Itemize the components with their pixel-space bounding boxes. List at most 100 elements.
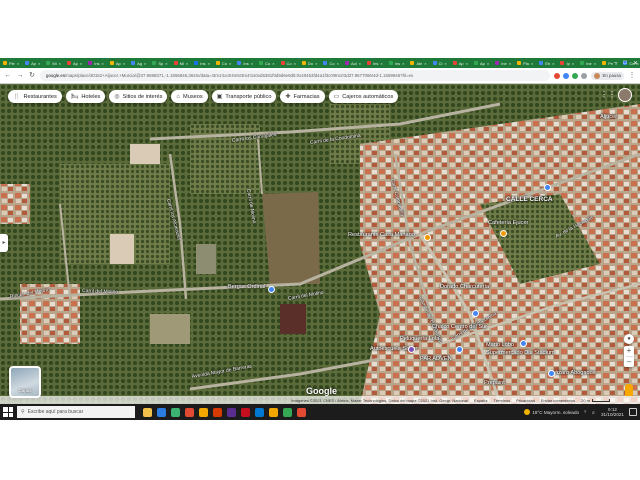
browser-tab[interactable]: Ci × [431,59,449,67]
tab-close-icon[interactable]: × [315,61,317,66]
taskbar-search[interactable]: ⚲ Escribe aquí para buscar [17,406,135,418]
place-label[interactable]: Chalco Centro del Sur [432,324,487,330]
tab-close-icon[interactable]: × [272,61,274,66]
tab-close-icon[interactable]: × [144,61,146,66]
place-label[interactable]: PAR ADVEN [420,356,452,362]
browser-tab[interactable]: Co × [279,59,298,67]
layers-button[interactable]: Capas [9,366,41,398]
notification-icon[interactable] [629,408,637,416]
taskbar-app-icon[interactable] [283,407,292,417]
tab-close-icon[interactable]: × [444,61,446,66]
browser-tab[interactable]: Ins × [365,59,385,67]
taskbar-app-icon[interactable] [143,407,152,417]
tab-close-icon[interactable]: × [229,61,231,66]
chip-cajeros-autom-ticos[interactable]: ▭ Cajeros automáticos [328,90,399,103]
browser-tab[interactable]: Ins × [235,59,255,67]
chip-farmacias[interactable]: ✚ Farmacias [280,90,325,103]
place-label[interactable]: Cafetería Ejucer [488,220,528,226]
browser-tab[interactable]: Ap × [108,59,127,67]
taskbar-app-icon[interactable] [297,407,306,417]
browser-tab[interactable]: Ap × [472,59,491,67]
feedback-link[interactable]: Enviar comentarios [541,398,575,403]
browser-tab[interactable]: Co × [321,59,340,67]
tab-close-icon[interactable]: × [359,61,361,66]
place-label[interactable]: Prepaint [484,380,505,386]
tab-close-icon[interactable]: × [487,61,489,66]
place-label[interactable]: Restaurante Casa Mariano [348,232,415,238]
satellite-map[interactable]: 🍴 Restaurantes 🛏 Hoteles ◎ Sitios de interés ⌂… [0,84,640,404]
place-label[interactable]: Mario Lobo [486,342,514,348]
tab-close-icon[interactable]: × [509,61,511,66]
tab-close-icon[interactable]: × [552,61,554,66]
pin-supermercado-icon[interactable] [520,340,527,347]
minimize-icon[interactable]: – [614,60,617,66]
place-label[interactable]: Aljucer [600,114,617,120]
place-label[interactable]: Dorado Charcutería [440,284,489,290]
tab-close-icon[interactable]: × [59,61,61,66]
profile-button[interactable]: En pausa [591,71,624,80]
clock[interactable]: 9:12 31/10/2021 [601,407,624,417]
tab-close-icon[interactable]: × [531,61,533,66]
pin-calle-cerca-icon[interactable] [544,184,551,191]
google-apps-icon[interactable]: ⋮⋮ [600,91,616,99]
browser-tab[interactable]: Co × [214,59,233,67]
browser-tab[interactable]: Pla × [515,59,535,67]
pin-abogados-icon[interactable] [548,370,555,377]
tab-close-icon[interactable]: × [572,61,574,66]
taskbar-app-icon[interactable] [199,407,208,417]
browser-tab[interactable]: Ine × [578,59,598,67]
pin-charcuteria-icon[interactable] [472,310,479,317]
tab-close-icon[interactable]: × [165,61,167,66]
browser-tab[interactable]: Ap × [65,59,84,67]
tab-close-icon[interactable]: × [123,61,125,66]
taskbar-app-icon[interactable] [269,407,278,417]
tab-close-icon[interactable]: × [17,61,19,66]
country-link[interactable]: España [474,398,488,403]
browser-tab[interactable]: Eb × [537,59,556,67]
taskbar-app-icon[interactable] [227,407,236,417]
browser-tab[interactable]: Mi × [44,59,63,67]
browser-tab[interactable]: Ap × [451,59,470,67]
chip-hoteles[interactable]: 🛏 Hoteles [65,90,106,103]
tab-close-icon[interactable]: × [80,61,82,66]
weather-widget[interactable]: 18°C Mayorm. soleado [524,409,579,415]
start-button[interactable] [3,407,13,417]
pin-bergas-icon[interactable] [268,286,275,293]
browser-tab[interactable]: Co × [257,59,276,67]
browser-tab[interactable]: Ap × [23,59,42,67]
browser-tab[interactable]: Ple × [1,59,21,67]
wifi-icon[interactable]: ▿ [584,409,586,415]
browser-tab[interactable]: Sp × [150,59,169,67]
chip-transporte-p-blico[interactable]: ▣ Transporte público [211,90,277,103]
tab-close-icon[interactable]: × [186,61,188,66]
taskbar-app-icon[interactable] [241,407,250,417]
scale-bar[interactable]: 20 m [581,398,610,403]
browser-tab[interactable]: Ale × [408,59,428,67]
taskbar-app-icon[interactable] [255,407,264,417]
maximize-icon[interactable]: □ [623,60,627,66]
taskbar-app-icon[interactable] [185,407,194,417]
collapse-panel-button[interactable]: ▸ [0,234,8,252]
zoom-in-button[interactable]: + [627,346,632,356]
tab-close-icon[interactable]: × [294,61,296,66]
menu-icon[interactable]: ⋮ [628,72,636,80]
pin-peluqueria-icon[interactable] [408,346,415,353]
browser-tab[interactable]: Mi × [172,59,191,67]
extension-icon[interactable] [563,72,570,79]
taskbar-app-icon[interactable] [157,407,166,417]
tab-close-icon[interactable]: × [208,61,210,66]
tab-close-icon[interactable]: × [251,61,253,66]
pin-chalco-icon[interactable] [456,346,463,353]
place-label[interactable]: Bergas Ordinal [228,284,265,290]
tab-close-icon[interactable]: × [337,61,339,66]
browser-tab[interactable]: Ag × [129,59,148,67]
browser-tab[interactable]: Ine × [493,59,513,67]
zoom-out-button[interactable]: – [627,357,631,367]
tab-close-icon[interactable]: × [466,61,468,66]
back-icon[interactable]: ← [4,72,12,80]
place-label[interactable]: Lázaro Abogados [552,370,596,376]
extension-icon[interactable] [572,72,579,79]
pegman-icon[interactable] [625,384,633,396]
close-icon[interactable]: ✕ [633,60,638,67]
terms-link[interactable]: Términos [493,398,510,403]
